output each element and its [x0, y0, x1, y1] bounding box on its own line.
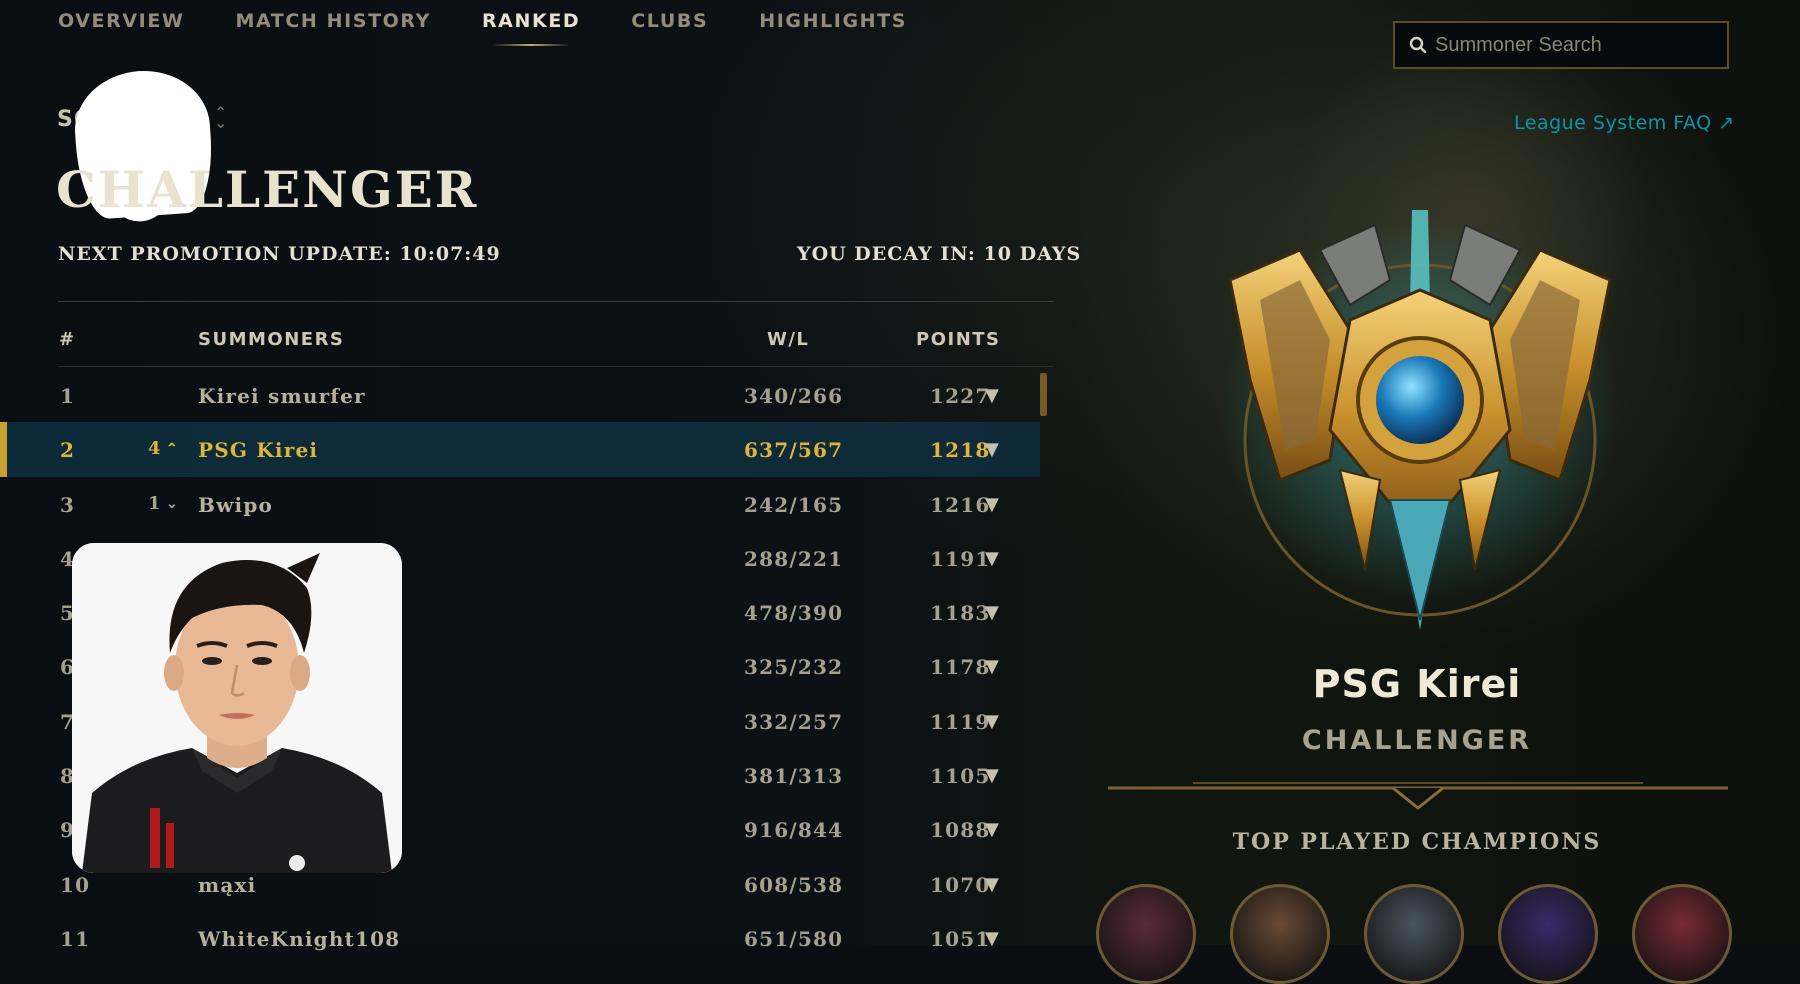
points-trend-icon: ▼	[985, 547, 1001, 569]
summoner-name: WhiteKnight108	[198, 926, 401, 951]
divider	[58, 301, 1053, 302]
header-points[interactable]: POINTS	[916, 329, 1001, 350]
search-input[interactable]	[1433, 32, 1717, 58]
points-cell: 1070	[930, 872, 991, 897]
champion-1-icon[interactable]	[1096, 884, 1196, 984]
challenger-emblem	[1220, 210, 1620, 630]
points-trend-icon: ▼	[985, 493, 1001, 515]
tier-title: CHALLENGER	[56, 160, 479, 219]
win-loss-cell: 916/844	[744, 818, 844, 843]
tab-ranked[interactable]: RANKED	[482, 10, 580, 46]
points-cell: 1216	[930, 492, 991, 517]
points-trend-icon: ▼	[985, 873, 1001, 895]
tab-overview[interactable]: OVERVIEW	[58, 10, 184, 46]
tab-highlights[interactable]: HIGHLIGHTS	[759, 10, 907, 46]
scrollbar[interactable]	[1040, 373, 1047, 416]
win-loss-cell: 325/232	[744, 655, 844, 680]
search-icon	[1409, 36, 1427, 54]
profile-tier: CHALLENGER	[1301, 725, 1533, 756]
chevron-up-icon: ⌃	[166, 441, 179, 458]
win-loss-cell: 288/221	[744, 546, 844, 571]
table-row[interactable]: 1 Kirei smurfer 340/266 1227 ▼	[0, 368, 1040, 422]
table-row[interactable]: 3 1 ⌄ Bwipo 242/165 1216 ▼	[0, 477, 1040, 531]
champion-list	[1096, 884, 1732, 984]
points-cell: 1183	[930, 601, 991, 626]
points-cell: 1218	[930, 438, 991, 463]
divider	[58, 366, 1053, 367]
points-trend-icon: ▼	[985, 710, 1001, 732]
rank-cell: 11	[60, 926, 91, 951]
points-cell: 1088	[930, 818, 991, 843]
win-loss-cell: 651/580	[744, 926, 844, 951]
table-header: # SUMMONERS W/L POINTS	[0, 329, 1060, 359]
points-trend-icon: ▼	[985, 602, 1001, 624]
points-trend-icon: ▼	[985, 385, 1001, 406]
rank-cell: 1	[60, 384, 76, 408]
win-loss-cell: 242/165	[744, 492, 844, 517]
summoner-name: Bwipo	[198, 492, 274, 517]
points-cell: 1105	[930, 764, 991, 789]
win-loss-cell: 340/266	[744, 384, 844, 408]
decay-timer: YOU DECAY IN: 10 DAYS	[797, 243, 1082, 265]
win-loss-cell: 478/390	[744, 601, 844, 626]
summoner-name: mąxi	[198, 872, 257, 897]
rank-cell: 10	[60, 872, 91, 897]
rank-change: 4	[148, 438, 162, 460]
summoner-name: PSG Kirei	[198, 438, 319, 463]
points-cell: 1227	[930, 384, 991, 408]
win-loss-cell: 608/538	[744, 872, 844, 897]
summoner-search[interactable]	[1393, 21, 1729, 69]
rank-cell: 2	[60, 438, 76, 463]
profile-name: PSG Kirei	[1312, 662, 1522, 706]
header-rank[interactable]: #	[59, 329, 76, 350]
top-played-heading: TOP PLAYED CHAMPIONS	[1232, 829, 1602, 855]
champion-5-icon[interactable]	[1632, 884, 1732, 984]
table-row[interactable]: 2 4 ⌃ PSG Kirei 637/567 1218 ▼	[0, 422, 1040, 477]
tab-clubs[interactable]: CLUBS	[631, 10, 708, 46]
top-nav: OVERVIEW MATCH HISTORY RANKED CLUBS HIGH…	[58, 10, 907, 46]
champion-4-icon[interactable]	[1498, 884, 1598, 984]
win-loss-cell: 637/567	[744, 438, 844, 463]
table-row[interactable]: 11 WhiteKnight108 651/580 1051 ▼	[0, 911, 1040, 965]
header-summoners[interactable]: SUMMONERS	[198, 329, 344, 350]
points-cell: 1119	[930, 709, 991, 734]
points-trend-icon: ▼	[985, 819, 1001, 841]
rank-cell: 3	[60, 492, 76, 517]
player-photo	[72, 543, 402, 873]
win-loss-cell: 332/257	[744, 709, 844, 734]
promotion-timer: NEXT PROMOTION UPDATE: 10:07:49	[58, 243, 501, 265]
summoner-name: Kirei smurfer	[198, 384, 366, 408]
points-trend-icon: ▼	[985, 439, 1001, 461]
points-trend-icon: ▼	[985, 927, 1001, 949]
tab-match-history[interactable]: MATCH HISTORY	[235, 10, 430, 46]
points-cell: 1051	[930, 926, 991, 951]
points-cell: 1191	[930, 546, 991, 571]
chevron-down-icon: ⌄	[166, 495, 179, 512]
divider-ornament	[1108, 782, 1728, 810]
champion-2-icon[interactable]	[1230, 884, 1330, 984]
chevron-updown-icon[interactable]: ⌃ ⌄	[214, 105, 227, 131]
points-trend-icon: ▼	[985, 765, 1001, 787]
champion-3-icon[interactable]	[1364, 884, 1464, 984]
rank-change: 1	[148, 492, 162, 514]
points-trend-icon: ▼	[985, 656, 1001, 678]
win-loss-cell: 381/313	[744, 764, 844, 789]
points-cell: 1178	[930, 655, 991, 680]
header-wl[interactable]: W/L	[767, 329, 809, 350]
league-faq-link[interactable]: League System FAQ ↗	[1514, 112, 1735, 134]
